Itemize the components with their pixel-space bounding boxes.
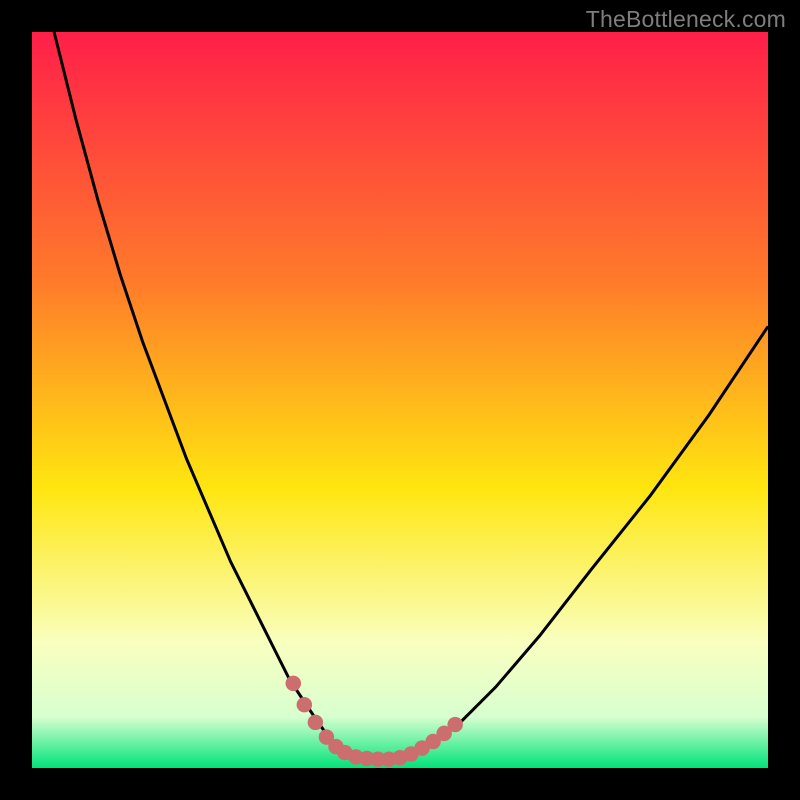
gradient-background xyxy=(32,32,768,768)
watermark-text: TheBottleneck.com xyxy=(586,6,786,33)
marker-dot xyxy=(447,717,462,732)
marker-dot xyxy=(308,715,323,730)
bottleneck-chart xyxy=(32,32,768,768)
marker-dot xyxy=(297,697,312,712)
marker-dot xyxy=(286,676,301,691)
chart-frame: TheBottleneck.com xyxy=(0,0,800,800)
